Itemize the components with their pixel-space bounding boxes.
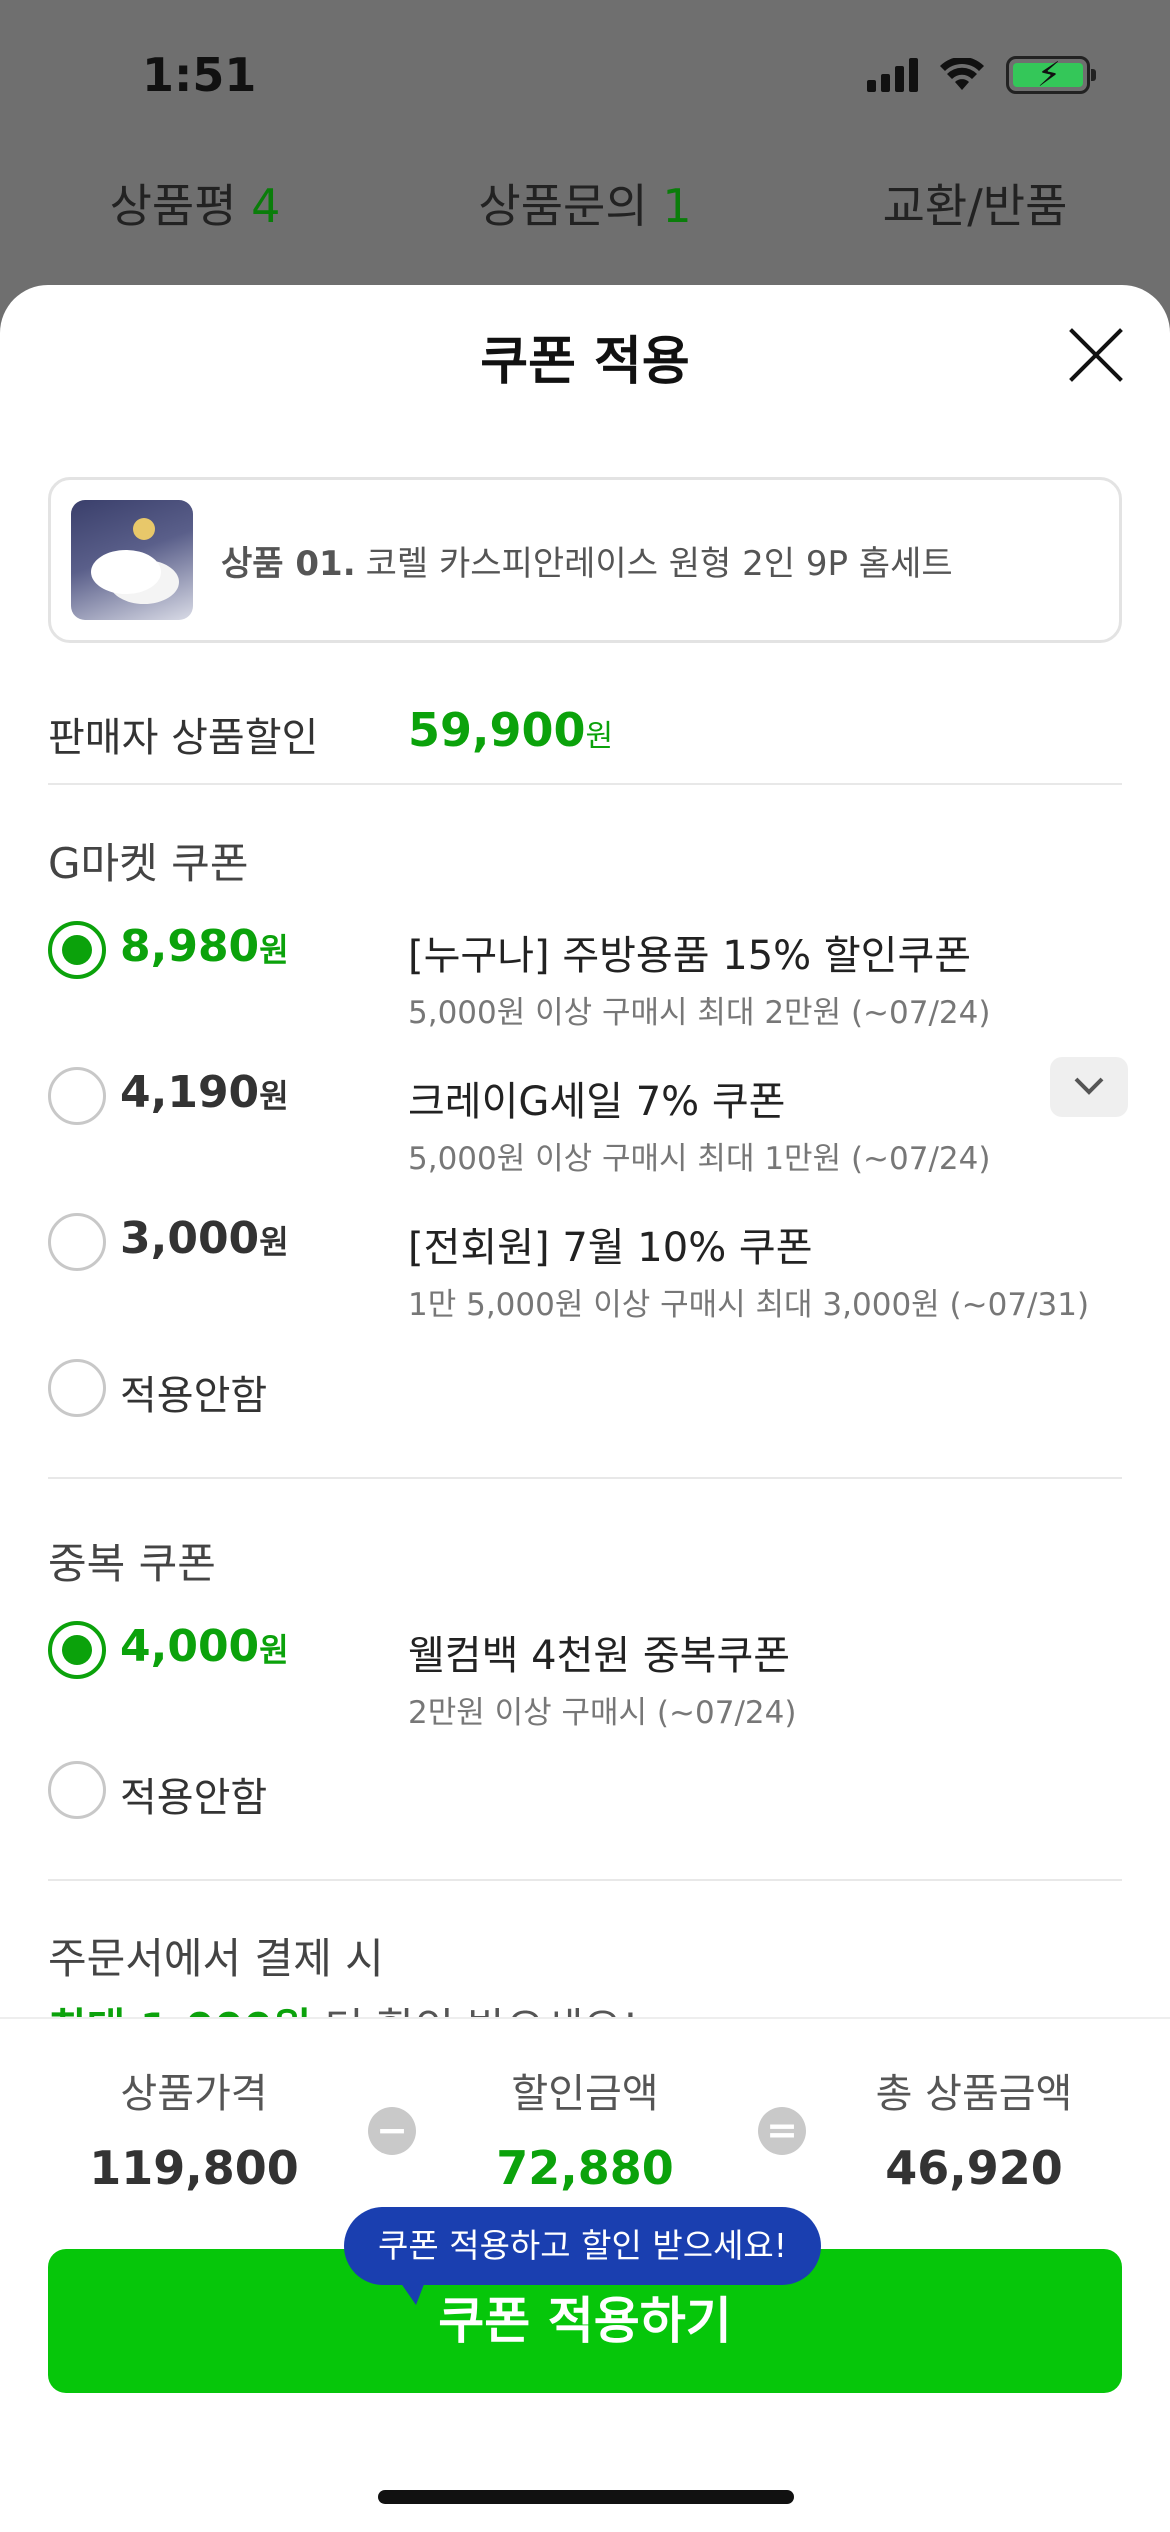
discount-value: 72,880 xyxy=(496,2141,674,2195)
product-thumbnail xyxy=(71,500,193,620)
product-name: 코렐 카스피안레이스 원형 2인 9P 홈세트 xyxy=(365,543,953,584)
coupon-desc: 5,000원 이상 구매시 최대 1만원 (~07/24) xyxy=(408,1141,991,1177)
wifi-icon xyxy=(940,58,984,90)
coupon-option[interactable]: 4,000원 웰컴백 4천원 중복쿠폰 2만원 이상 구매시 (~07/24) xyxy=(48,1615,1128,1735)
coupon-option[interactable]: 4,190원 크레이G세일 7% 쿠폰 5,000원 이상 구매시 최대 1만원… xyxy=(48,1057,1128,1181)
seller-discount-label: 판매자 상품할인 xyxy=(48,715,319,761)
tab-reviews-count: 4 xyxy=(251,179,281,233)
seller-discount-row: 판매자 상품할인 59,900원 xyxy=(48,695,1122,785)
total-value: 46,920 xyxy=(885,2141,1063,2195)
coupon-amount: 8,980원 xyxy=(120,921,289,972)
discount-summary: 할인금액 72,880 xyxy=(435,2061,735,2195)
total-label: 총 상품금액 xyxy=(875,2071,1073,2117)
none-label: 적용안함 xyxy=(120,1775,268,1821)
tab-questions: 상품문의 1 xyxy=(390,170,780,240)
radio-unselected[interactable] xyxy=(48,1213,106,1271)
coupon-amount: 4,190원 xyxy=(120,1067,289,1118)
product-prefix: 상품 01. xyxy=(221,543,356,584)
radio-unselected[interactable] xyxy=(48,1067,106,1125)
home-indicator[interactable] xyxy=(378,2490,794,2504)
close-icon[interactable] xyxy=(1066,325,1126,385)
divider xyxy=(48,1879,1122,1881)
coupon-amount: 3,000원 xyxy=(120,1213,289,1264)
apply-tooltip: 쿠폰 적용하고 할인 받으세요! xyxy=(344,2207,822,2305)
radio-unselected[interactable] xyxy=(48,1359,106,1417)
price-label: 상품가격 xyxy=(120,2071,268,2117)
product-card: 상품 01. 코렐 카스피안레이스 원형 2인 9P 홈세트 xyxy=(48,477,1122,643)
sheet-title: 쿠폰 적용 xyxy=(480,332,690,392)
gmarket-coupon-title: G마켓 쿠폰 xyxy=(48,839,249,888)
coupon-desc: 2만원 이상 구매시 (~07/24) xyxy=(408,1695,797,1731)
coupon-name: [전회원] 7월 10% 쿠폰 xyxy=(408,1225,813,1271)
divider xyxy=(48,1477,1122,1479)
coupon-option[interactable]: 8,980원 [누구나] 주방용품 15% 할인쿠폰 5,000원 이상 구매시… xyxy=(48,915,1128,1035)
none-label: 적용안함 xyxy=(120,1373,268,1419)
status-bar: 1:51 ⚡ xyxy=(0,0,1170,150)
tab-reviews-label: 상품평 xyxy=(109,179,237,233)
minus-icon: − xyxy=(368,2107,416,2155)
tab-returns-label: 교환/반품 xyxy=(882,179,1068,233)
tab-reviews: 상품평 4 xyxy=(0,170,390,240)
radio-unselected[interactable] xyxy=(48,1761,106,1819)
radio-selected[interactable] xyxy=(48,1621,106,1679)
total-summary: 총 상품금액 46,920 xyxy=(824,2061,1124,2195)
product-info: 상품 01. 코렐 카스피안레이스 원형 2인 9P 홈세트 xyxy=(221,536,953,585)
discount-label: 할인금액 xyxy=(511,2071,659,2117)
duplicate-coupon-title: 중복 쿠폰 xyxy=(48,1539,216,1588)
status-time: 1:51 xyxy=(142,48,257,102)
coupon-desc: 5,000원 이상 구매시 최대 2만원 (~07/24) xyxy=(408,995,991,1031)
radio-selected[interactable] xyxy=(48,921,106,979)
price-value: 119,800 xyxy=(89,2141,299,2195)
background-tabs: 상품평 4 상품문의 1 교환/반품 xyxy=(0,170,1170,240)
tab-returns: 교환/반품 xyxy=(780,170,1170,240)
equals-icon: = xyxy=(758,2107,806,2155)
status-icons: ⚡ xyxy=(867,55,1096,95)
expand-button[interactable] xyxy=(1050,1057,1128,1117)
signal-icon xyxy=(867,58,918,92)
seller-discount-amount: 59,900원 xyxy=(408,703,614,757)
coupon-name: [누구나] 주방용품 15% 할인쿠폰 xyxy=(408,933,972,979)
coupon-name: 크레이G세일 7% 쿠폰 xyxy=(408,1079,786,1125)
tab-questions-label: 상품문의 xyxy=(478,179,648,233)
checkout-note: 주문서에서 결제 시 xyxy=(48,1934,384,1983)
bottom-summary-bar: 상품가격 119,800 − 할인금액 72,880 = 총 상품금액 46,9… xyxy=(0,2017,1170,2532)
price-summary: 상품가격 119,800 xyxy=(44,2061,344,2195)
coupon-option[interactable]: 3,000원 [전회원] 7월 10% 쿠폰 1만 5,000원 이상 구매시 … xyxy=(48,1207,1128,1327)
coupon-none-option[interactable]: 적용안함 xyxy=(48,1353,1128,1433)
chevron-down-icon xyxy=(1074,1077,1104,1095)
tab-questions-count: 1 xyxy=(662,179,692,233)
sheet-header: 쿠폰 적용 xyxy=(0,285,1170,425)
coupon-none-option[interactable]: 적용안함 xyxy=(48,1755,1128,1835)
battery-icon: ⚡ xyxy=(1006,55,1096,95)
coupon-desc: 1만 5,000원 이상 구매시 최대 3,000원 (~07/31) xyxy=(408,1287,1090,1323)
coupon-amount: 4,000원 xyxy=(120,1621,289,1672)
coupon-sheet: 쿠폰 적용 상품 01. 코렐 카스피안레이스 원형 2인 9P 홈세트 판매자 … xyxy=(0,285,1170,2532)
coupon-name: 웰컴백 4천원 중복쿠폰 xyxy=(408,1633,791,1679)
